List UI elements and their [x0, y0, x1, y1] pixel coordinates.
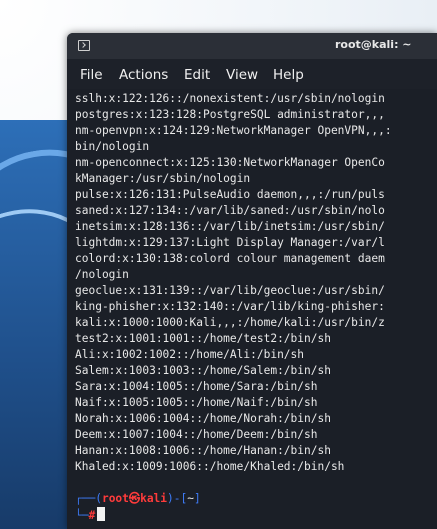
output-line: Naif:x:1005:1005::/home/Naif:/bin/sh: [75, 396, 318, 409]
output-line: bin/nologin: [75, 140, 150, 153]
output-line: inetsim:x:128:136::/var/lib/inetsim:/usr…: [75, 220, 385, 233]
prompt-close: ]: [194, 492, 201, 505]
output-line: pulse:x:126:131:PulseAudio daemon,,,:/ru…: [75, 188, 385, 201]
terminal-output[interactable]: sslh:x:122:126::/nonexistent:/usr/sbin/n…: [75, 91, 437, 529]
output-line: Ali:x:1002:1002::/home/Ali:/bin/sh: [75, 348, 305, 361]
menu-edit[interactable]: Edit: [184, 67, 210, 83]
terminal-window[interactable]: root@kali: ~ File Actions Edit View Help…: [67, 33, 437, 529]
window-title: root@kali: ~: [335, 38, 412, 51]
prompt-separator: )-[: [167, 492, 188, 505]
output-line: kali:x:1000:1000:Kali,,,:/home/kali:/usr…: [75, 316, 385, 329]
output-line: Hanan:x:1008:1006::/home/Hanan:/bin/sh: [75, 444, 331, 457]
output-line: geoclue:x:131:139::/var/lib/geoclue:/usr…: [75, 284, 385, 297]
menu-view[interactable]: View: [226, 67, 258, 83]
output-line: colord:x:130:138:colord colour managemen…: [75, 252, 385, 265]
terminal-cursor[interactable]: [97, 507, 106, 521]
output-line: Norah:x:1006:1004::/home/Norah:/bin/sh: [75, 412, 331, 425]
output-line: nm-openconnect:x:125:130:NetworkManager …: [75, 156, 385, 169]
prompt-path: ~: [187, 492, 194, 505]
prompt-line-1: ┌──(root㉿kali)-[~]: [75, 491, 201, 507]
output-line: Sara:x:1004:1005::/home/Sara:/bin/sh: [75, 380, 318, 393]
output-line: Khaled:x:1009:1006::/home/Khaled:/bin/sh: [75, 460, 345, 473]
output-line: kManager:/usr/sbin/nologin: [75, 172, 251, 185]
prompt-hash: #: [88, 509, 96, 522]
output-line: Salem:x:1003:1003::/home/Salem:/bin/sh: [75, 364, 331, 377]
menubar: File Actions Edit View Help: [67, 59, 437, 89]
window-titlebar[interactable]: root@kali: ~: [67, 33, 437, 59]
output-line: sslh:x:122:126::/nonexistent:/usr/sbin/n…: [75, 92, 385, 105]
output-line: lightdm:x:129:137:Light Display Manager:…: [75, 236, 385, 249]
prompt-corner-bottom: └─: [75, 509, 89, 522]
menu-file[interactable]: File: [80, 67, 103, 83]
prompt-line-2[interactable]: └─#: [75, 507, 106, 523]
terminal-window-icon[interactable]: [78, 40, 90, 51]
output-line: saned:x:127:134::/var/lib/saned:/usr/sbi…: [75, 204, 385, 217]
menu-help[interactable]: Help: [273, 67, 304, 83]
output-line: nm-openvpn:x:124:129:NetworkManager Open…: [75, 124, 392, 137]
output-line: Deem:x:1007:1004::/home/Deem:/bin/sh: [75, 428, 318, 441]
prompt-corner-top: ┌──(: [75, 492, 102, 505]
output-line: /nologin: [75, 268, 129, 281]
output-line: postgres:x:123:128:PostgreSQL administra…: [75, 108, 385, 121]
prompt-user-host: root㉿kali: [101, 492, 168, 505]
output-line: test2:x:1001:1001::/home/test2:/bin/sh: [75, 332, 331, 345]
output-line: king-phisher:x:132:140::/var/lib/king-ph…: [75, 300, 385, 313]
menu-actions[interactable]: Actions: [119, 67, 168, 83]
